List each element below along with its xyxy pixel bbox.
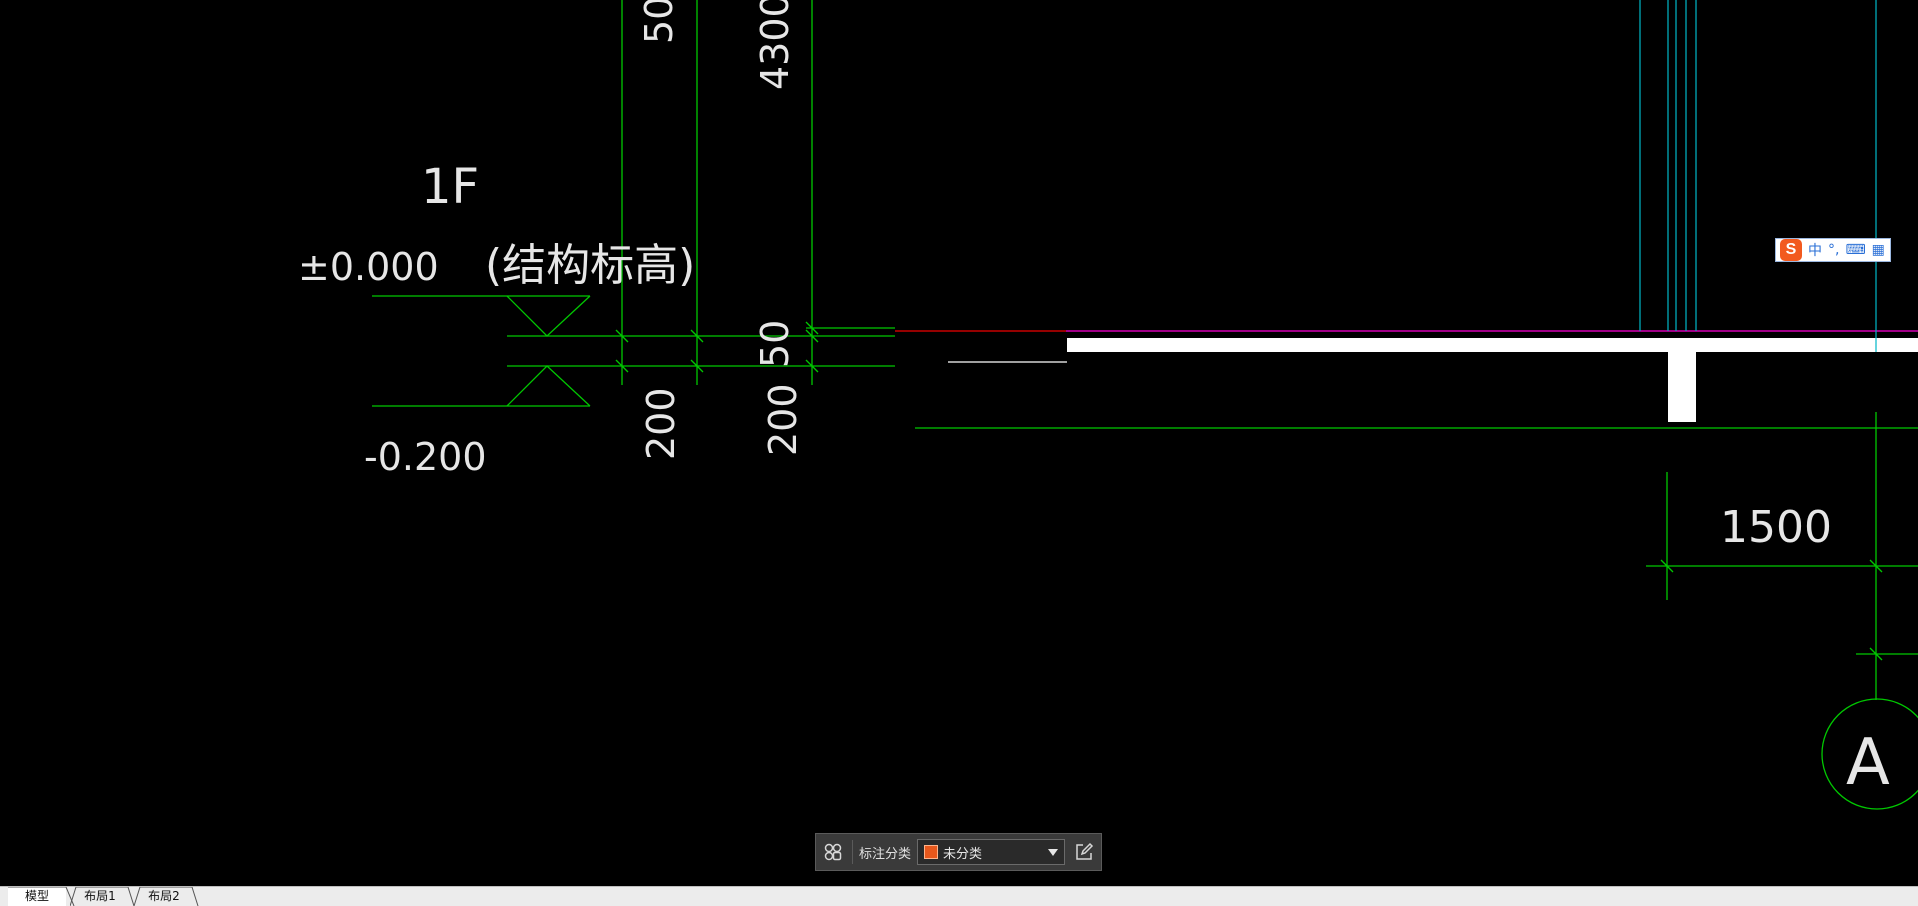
- keyboard-icon[interactable]: ⌨: [1845, 242, 1865, 258]
- beam-section: [1668, 338, 1696, 422]
- sogou-logo-icon[interactable]: S: [1780, 239, 1802, 261]
- level-name-text: 1F: [421, 159, 479, 215]
- elevation-bottom-text: -0.200: [364, 435, 487, 479]
- dimension-1500-text: 1500: [1720, 502, 1832, 553]
- tab-model[interactable]: 模型: [8, 887, 75, 906]
- chevron-down-icon[interactable]: [1048, 848, 1058, 856]
- layout-tab-bar: 模型 布局1 布局2: [0, 886, 1918, 906]
- dimension-4300-text: 4300: [753, 0, 797, 90]
- elevation-note-text: (结构标高): [485, 240, 695, 291]
- annotation-toolbar: 标注分类 未分类: [815, 833, 1102, 871]
- ime-mode-toggle[interactable]: 中: [1808, 240, 1822, 260]
- dimension-50-text: 50: [753, 320, 797, 368]
- dimension-1500-lines: [1646, 412, 1918, 700]
- ime-punct-toggle[interactable]: °,: [1828, 242, 1839, 258]
- annotation-category-label: 标注分类: [859, 846, 912, 862]
- tab-layout2[interactable]: 布局2: [134, 887, 199, 906]
- slab-white-band: [1067, 338, 1918, 352]
- drawing-canvas[interactable]: 1F ±0.000 (结构标高) -0.200 50 4300 50 200 2…: [0, 0, 1918, 886]
- elevation-top-text: ±0.000: [298, 245, 439, 289]
- tab-layout1[interactable]: 布局1: [70, 887, 135, 906]
- ime-menu-icon[interactable]: ▦: [1872, 242, 1885, 258]
- elevation-markers: [372, 295, 591, 407]
- edit-annotation-icon[interactable]: [1071, 839, 1097, 865]
- horizontal-extension-lines: [507, 321, 1918, 429]
- toolbar-separator: [852, 840, 853, 864]
- ime-toolbar[interactable]: S 中 °, ⌨ ▦: [1775, 238, 1891, 262]
- axis-label-text: A: [1846, 726, 1890, 800]
- category-color-swatch: [924, 845, 939, 859]
- column-lines: [1639, 0, 1877, 352]
- annotation-grid-icon[interactable]: [820, 839, 846, 865]
- dimension-500-text: 50: [637, 0, 681, 44]
- annotation-category-select[interactable]: 未分类: [917, 839, 1065, 865]
- annotation-category-value: 未分类: [943, 846, 983, 862]
- dimension-200-right-text: 200: [761, 383, 805, 456]
- dimension-200-left-text: 200: [639, 387, 683, 460]
